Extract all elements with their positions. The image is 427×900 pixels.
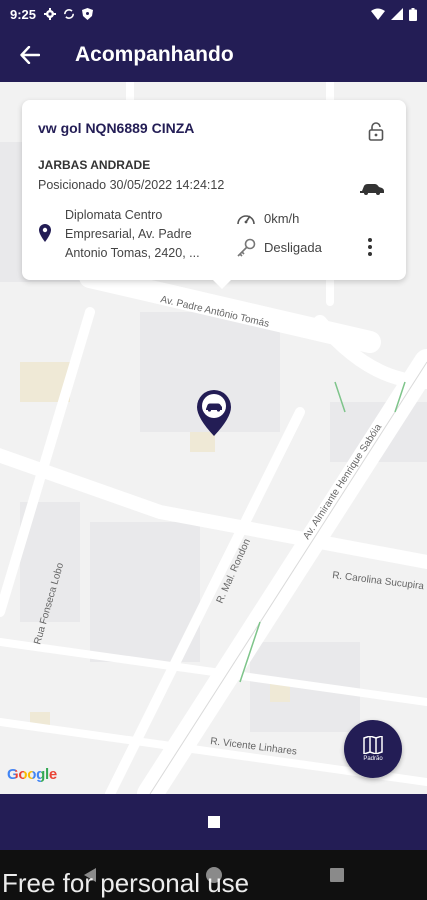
google-logo: Google xyxy=(7,766,57,783)
speedometer-icon xyxy=(236,210,256,233)
lock-open-icon xyxy=(368,122,384,141)
key-icon xyxy=(236,238,256,263)
vehicle-address: Diplomata Centro Empresarial, Av. Padre … xyxy=(65,208,200,260)
vehicle-info-card[interactable]: vw gol NQN6889 CINZA JARBAS ANDRADE Posi… xyxy=(22,100,406,289)
more-vertical-icon xyxy=(368,238,372,242)
street-label-vicente: R. Vicente Linhares xyxy=(210,736,298,758)
bottom-bar xyxy=(0,794,427,850)
shield-icon xyxy=(82,8,94,20)
map-type-button[interactable]: Padrão xyxy=(344,720,402,778)
card-pointer xyxy=(212,279,232,289)
map-type-label: Padrão xyxy=(363,756,383,762)
signal-icon xyxy=(391,8,403,20)
car-icon xyxy=(360,182,384,200)
ignition-status: Desligada xyxy=(264,240,322,255)
battery-icon xyxy=(409,7,417,21)
wifi-icon xyxy=(371,8,385,20)
status-bar: 9:25 xyxy=(0,0,427,28)
driver-name: JARBAS ANDRADE xyxy=(38,158,151,172)
back-arrow-icon xyxy=(20,46,40,64)
vehicle-map-marker[interactable] xyxy=(195,388,233,443)
street-label-henrique: Av. Almirante Henrique Sabóia xyxy=(301,422,384,542)
location-pin-icon xyxy=(39,224,51,247)
watermark-text: Free for personal use xyxy=(2,868,250,898)
vehicle-speed: 0km/h xyxy=(264,211,300,226)
back-button[interactable] xyxy=(0,28,60,82)
street-label-carolina: R. Carolina Sucupira xyxy=(332,570,425,592)
status-time: 9:25 xyxy=(10,6,37,22)
page-title: Acompanhando xyxy=(75,43,234,66)
lock-button[interactable] xyxy=(368,122,384,147)
position-timestamp: Posicionado 30/05/2022 14:24:12 xyxy=(38,178,225,192)
vehicle-name: vw gol NQN6889 CINZA xyxy=(38,120,195,136)
app-bar: Acompanhando xyxy=(0,28,427,82)
gear-icon xyxy=(44,8,57,20)
street-label-fonseca: Rua Fonseca Lobo xyxy=(32,561,66,646)
stop-icon[interactable] xyxy=(207,816,220,828)
vehicle-marker-icon xyxy=(197,390,231,436)
street-label-padre: Av. Padre Antônio Tomás xyxy=(159,294,270,330)
system-recents-button[interactable] xyxy=(330,868,344,882)
more-options-button[interactable] xyxy=(364,236,376,258)
street-label-rondon: R. Mal. Rondon xyxy=(215,537,253,605)
status-notification-icons xyxy=(44,8,94,20)
map-layers-icon xyxy=(363,736,383,754)
sync-icon xyxy=(64,9,75,19)
